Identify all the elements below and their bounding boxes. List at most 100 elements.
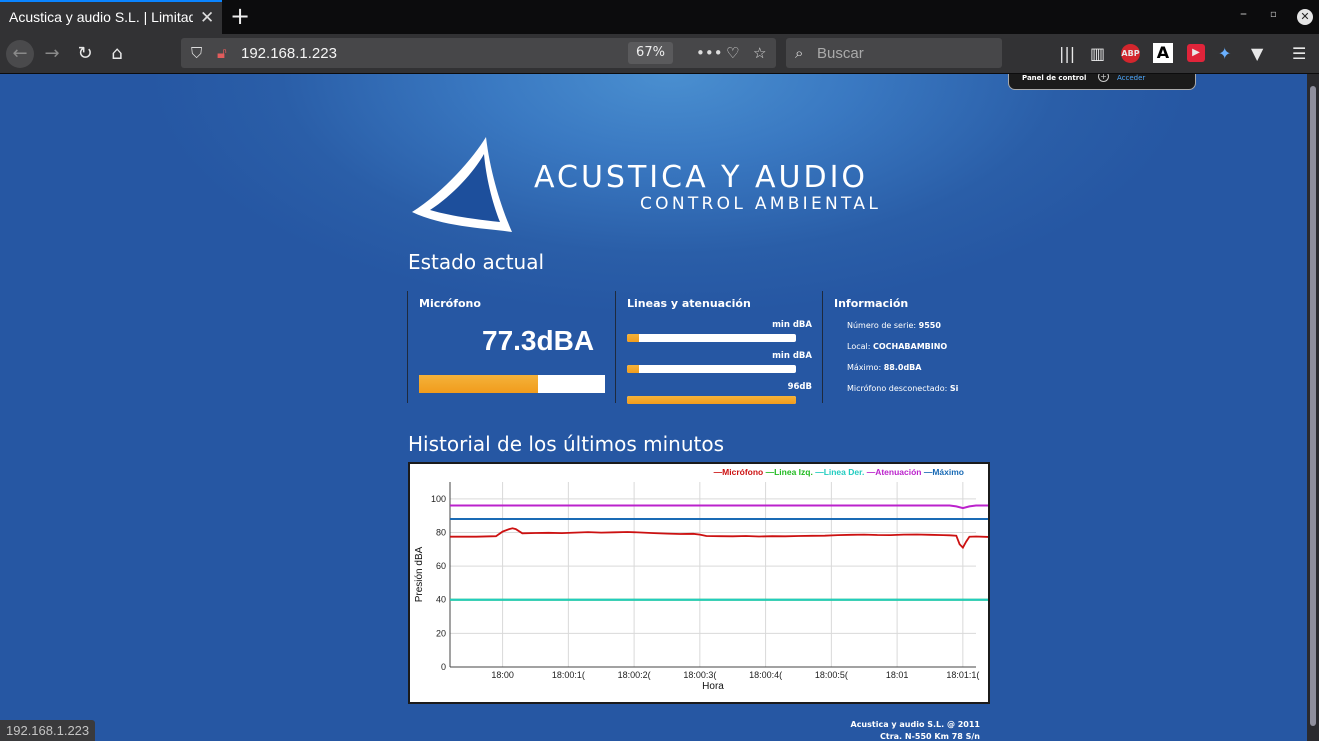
media-extension-icon[interactable]: ▶: [1187, 44, 1205, 62]
legend-entry-4: —Atenuación: [864, 467, 921, 477]
search-input[interactable]: ⌕ Buscar: [786, 38, 1002, 68]
minimize-icon[interactable]: –: [1240, 6, 1247, 22]
y-tick-label: 40: [436, 595, 446, 605]
extension-globe-icon[interactable]: ✦: [1218, 44, 1231, 63]
footer-company: Acustica y audio S.L. @ 2011: [850, 720, 981, 729]
linea-2-bar: [627, 365, 796, 373]
forward-arrow-icon[interactable]: →: [38, 40, 66, 68]
login-link[interactable]: Acceder: [1117, 74, 1145, 82]
y-tick-label: 60: [436, 561, 446, 571]
y-axis-label: Presión dBA: [414, 546, 425, 602]
logo-title: ACUSTICA Y AUDIO: [534, 160, 869, 195]
footer-address: Ctra. N-550 Km 78 S/n: [880, 732, 980, 741]
page-actions-icon[interactable]: •••: [696, 44, 723, 62]
x-tick-label: 18:00:5(: [815, 670, 848, 680]
control-panel-label: Panel de control: [1022, 74, 1087, 82]
mic-disconnected: Micrófono desconectado: Si: [847, 384, 958, 393]
microfono-title: Micrófono: [419, 297, 481, 310]
page-scrollbar[interactable]: [1307, 74, 1319, 741]
atenuacion-bar: [627, 396, 796, 404]
microfono-level-fill: [419, 375, 539, 393]
status-bar-url: 192.168.1.223: [0, 720, 96, 741]
mic-disconnected-value: Si: [949, 384, 959, 393]
y-tick-label: 80: [436, 527, 446, 537]
reload-icon[interactable]: ↻: [71, 40, 99, 68]
microfono-panel: Micrófono 77.3dBA: [407, 291, 614, 403]
chart-legend: —Micrófono —Linea Izq. —Linea Der. —Aten…: [714, 467, 964, 477]
local-value: COCHABAMBINO: [872, 342, 948, 351]
tab-title: Acustica y audio S.L. | Limitador: [9, 9, 193, 25]
linea-2-fill: [627, 365, 639, 373]
estado-heading: Estado actual: [408, 250, 545, 274]
x-tick-label: 18:00:2(: [618, 670, 651, 680]
active-tab[interactable]: Acustica y audio S.L. | Limitador ✕: [0, 0, 222, 34]
series-line-4: [450, 504, 1013, 510]
home-icon[interactable]: ⌂: [103, 40, 131, 68]
navigation-bar: ← → ↻ ⌂ ⛉ 🔓︎ 192.168.1.223 67% ••• ♡ ☆ ⌕…: [0, 34, 1319, 74]
history-chart: 0 20 40 60 80 100 18:00 18:00:1( 18:00:2( 18:00:3…: [408, 462, 1013, 704]
menu-icon[interactable]: ☰: [1292, 44, 1306, 63]
scrollbar-thumb[interactable]: [1310, 86, 1316, 726]
window-close-icon[interactable]: ✕: [1297, 9, 1313, 25]
x-tick-label: 18:00: [491, 670, 514, 680]
library-icon[interactable]: |||: [1059, 44, 1075, 63]
lineas-title: Lineas y atenuación: [627, 297, 751, 310]
lineas-panel: Lineas y atenuación min dBA min dBA 96dB: [615, 291, 822, 404]
atenuacion-fill: [627, 396, 796, 404]
linea-1-label: min dBA: [772, 320, 812, 330]
logo-triangle-icon: [412, 137, 512, 232]
microfono-level-value: 77.3dBA: [482, 325, 595, 356]
y-tick-label: 20: [436, 628, 446, 638]
mic-disconnected-label: Micrófono desconectado:: [847, 384, 948, 393]
microfono-level-bar: [419, 375, 605, 393]
serial-number: Número de serie: 9550: [847, 321, 941, 330]
serial-value: 9550: [918, 321, 941, 330]
linea-1-fill: [627, 334, 639, 342]
informacion-title: Información: [834, 297, 909, 310]
y-tick-label: 0: [441, 662, 446, 672]
bookmark-star-icon[interactable]: ☆: [753, 44, 766, 62]
pocket-icon[interactable]: ♡: [726, 44, 739, 62]
x-axis-label: Hora: [702, 681, 724, 692]
zoom-level-button[interactable]: 67%: [628, 42, 673, 64]
search-placeholder: Buscar: [817, 45, 864, 62]
adblock-icon[interactable]: ABP: [1121, 44, 1140, 63]
back-arrow-icon[interactable]: ←: [6, 40, 34, 68]
legend-entry-2: —Linea Izq.: [763, 467, 813, 477]
tab-close-icon[interactable]: ✕: [200, 8, 214, 28]
legend-entry-1: —Micrófono: [714, 467, 764, 477]
series-line-1: [450, 527, 1013, 550]
local-label: Local:: [847, 342, 871, 351]
new-tab-icon[interactable]: +: [230, 2, 250, 30]
restore-icon[interactable]: ▫: [1270, 9, 1277, 20]
search-icon: ⌕: [795, 44, 804, 62]
logo-subtitle: CONTROL AMBIENTAL: [640, 194, 882, 214]
local-name: Local: COCHABAMBINO: [847, 342, 947, 351]
informacion-panel: Información Número de serie: 9550 Local:…: [822, 291, 992, 403]
legend-entry-5: —Máximo: [921, 467, 964, 477]
page-content: Panel de control + Acceder ACUSTICA Y AU…: [0, 74, 1307, 741]
x-tick-label: 18:01: [886, 670, 909, 680]
y-tick-label: 100: [431, 494, 446, 504]
tab-bar: Acustica y audio S.L. | Limitador ✕ + – …: [0, 0, 1319, 34]
font-extension-icon[interactable]: A: [1153, 43, 1173, 63]
maximum-level: Máximo: 88.0dBA: [847, 363, 921, 372]
url-bar[interactable]: ⛉ 🔓︎ 192.168.1.223 67% ••• ♡ ☆: [181, 38, 776, 68]
shield-icon[interactable]: ⛉: [191, 44, 202, 62]
vivaldi-extension-icon[interactable]: ▼: [1251, 44, 1263, 63]
x-tick-label: 18:00:1(: [552, 670, 585, 680]
history-chart-svg: 0 20 40 60 80 100 18:00 18:00:1( 18:00:2( 18:00:3…: [414, 467, 1013, 692]
sidebar-icon[interactable]: ▥: [1090, 44, 1105, 63]
historial-heading: Historial de los últimos minutos: [408, 432, 724, 456]
linea-2-label: min dBA: [772, 351, 812, 361]
serial-label: Número de serie:: [847, 321, 917, 330]
maximo-value: 88.0dBA: [883, 363, 922, 372]
control-panel-box: Panel de control + Acceder: [1008, 74, 1196, 90]
x-tick-label: 18:01:1(: [946, 670, 979, 680]
url-text[interactable]: 192.168.1.223: [241, 45, 337, 62]
plus-icon[interactable]: +: [1098, 74, 1109, 82]
linea-1-bar: [627, 334, 796, 342]
maximo-label: Máximo:: [847, 363, 882, 372]
x-tick-label: 18:00:3(: [683, 670, 716, 680]
insecure-lock-icon[interactable]: 🔓︎: [217, 44, 227, 62]
